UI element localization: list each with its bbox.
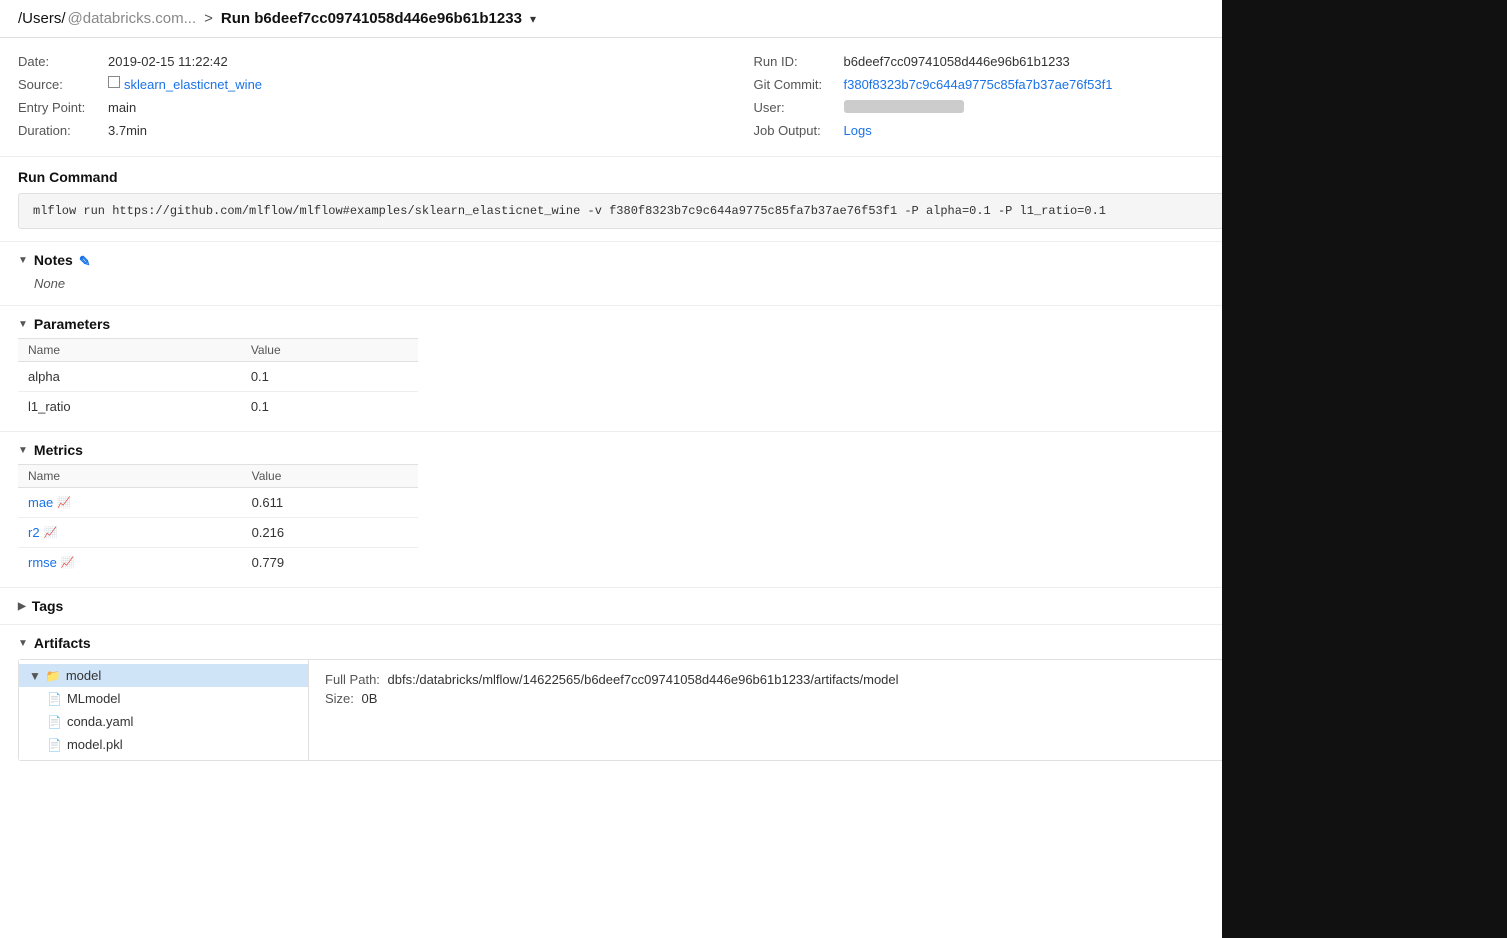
run-id-label: Run ID: — [754, 54, 844, 69]
artifacts-tree: ▼ 📁 model 📄 MLmodel 📄 conda.yaml 📄 model… — [19, 660, 309, 760]
metrics-col-value: Value — [242, 465, 418, 488]
parameters-table: Name Value alpha 0.1 l1_ratio 0.1 — [18, 338, 418, 421]
breadcrumb-username: @databricks.com... — [68, 10, 197, 27]
git-commit-link[interactable]: f380f8323b7c9c644a9775c85fa7b37ae76f53f1 — [844, 77, 1113, 92]
source-row: Source: sklearn_elasticnet_wine — [18, 77, 754, 92]
notes-collapse-arrow: ▼ — [18, 255, 28, 266]
parameters-collapse-arrow: ▼ — [18, 319, 28, 330]
table-row: r2 📈 0.216 — [18, 518, 418, 548]
full-path-value: dbfs:/databricks/mlflow/14622565/b6deef7… — [388, 672, 899, 687]
source-link[interactable]: sklearn_elasticnet_wine — [124, 77, 262, 92]
notes-title: Notes — [34, 252, 73, 268]
metric-name[interactable]: mae 📈 — [18, 488, 242, 518]
tags-expand-arrow: ▶ — [18, 601, 26, 612]
param-value: 0.1 — [241, 362, 418, 392]
file-icon-modelpkl: 📄 — [47, 738, 62, 752]
metrics-col-name: Name — [18, 465, 242, 488]
user-value — [844, 100, 964, 113]
metadata-left: Date: 2019-02-15 11:22:42 Source: sklear… — [18, 54, 754, 146]
metric-link: r2 📈 — [28, 525, 232, 540]
metric-name[interactable]: r2 📈 — [18, 518, 242, 548]
param-name: alpha — [18, 362, 241, 392]
artifact-item-conda[interactable]: 📄 conda.yaml — [19, 710, 308, 733]
metrics-table: Name Value mae 📈 0.611 r2 📈 0.216 — [18, 464, 418, 577]
artifact-mlmodel-name: MLmodel — [67, 691, 120, 706]
file-icon-mlmodel: 📄 — [47, 692, 62, 706]
date-row: Date: 2019-02-15 11:22:42 — [18, 54, 754, 69]
parameters-title: Parameters — [34, 316, 110, 332]
metric-value: 0.216 — [242, 518, 418, 548]
artifact-model-name: model — [66, 668, 101, 683]
chart-icon: 📈 — [61, 556, 75, 569]
size-value: 0B — [362, 691, 378, 706]
date-value: 2019-02-15 11:22:42 — [108, 54, 228, 69]
git-commit-label: Git Commit: — [754, 77, 844, 92]
entry-point-row: Entry Point: main — [18, 100, 754, 115]
metric-name[interactable]: rmse 📈 — [18, 548, 242, 578]
table-row: mae 📈 0.611 — [18, 488, 418, 518]
user-label: User: — [754, 100, 844, 115]
breadcrumb-separator: > — [204, 10, 213, 27]
logs-link[interactable]: Logs — [844, 123, 872, 138]
chart-icon: 📈 — [57, 496, 71, 509]
notes-edit-icon[interactable]: ✎ — [79, 253, 93, 267]
artifact-item-mlmodel[interactable]: 📄 MLmodel — [19, 687, 308, 710]
breadcrumb-path: /Users/ — [18, 10, 66, 27]
metrics-title: Metrics — [34, 442, 83, 458]
entry-point-value: main — [108, 100, 136, 115]
job-output-label: Job Output: — [754, 123, 844, 138]
parameters-col-name: Name — [18, 339, 241, 362]
file-icon-conda: 📄 — [47, 715, 62, 729]
metric-link: mae 📈 — [28, 495, 232, 510]
metric-link: rmse 📈 — [28, 555, 232, 570]
table-row: l1_ratio 0.1 — [18, 392, 418, 422]
tags-title: Tags — [32, 598, 64, 614]
metric-value: 0.779 — [242, 548, 418, 578]
folder-expand-icon: ▼ — [29, 669, 41, 683]
breadcrumb-run[interactable]: Run b6deef7cc09741058d446e96b61b1233 — [221, 10, 522, 27]
entry-point-label: Entry Point: — [18, 100, 108, 115]
full-path-label: Full Path: — [325, 672, 380, 687]
source-file-icon — [108, 76, 120, 88]
duration-row: Duration: 3.7min — [18, 123, 754, 138]
metrics-collapse-arrow: ▼ — [18, 445, 28, 456]
size-label: Size: — [325, 691, 354, 706]
date-label: Date: — [18, 54, 108, 69]
param-value: 0.1 — [241, 392, 418, 422]
artifacts-title: Artifacts — [34, 635, 91, 651]
param-name: l1_ratio — [18, 392, 241, 422]
chart-icon: 📈 — [44, 526, 58, 539]
run-id-value: b6deef7cc09741058d446e96b61b1233 — [844, 54, 1070, 69]
metric-value: 0.611 — [242, 488, 418, 518]
table-row: rmse 📈 0.779 — [18, 548, 418, 578]
table-row: alpha 0.1 — [18, 362, 418, 392]
artifact-item-model[interactable]: ▼ 📁 model — [19, 664, 308, 687]
parameters-col-value: Value — [241, 339, 418, 362]
folder-icon: 📁 — [46, 669, 61, 683]
artifact-conda-name: conda.yaml — [67, 714, 133, 729]
duration-label: Duration: — [18, 123, 108, 138]
artifact-modelpkl-name: model.pkl — [67, 737, 123, 752]
breadcrumb-dropdown-icon[interactable]: ▾ — [530, 12, 536, 26]
artifact-item-modelpkl[interactable]: 📄 model.pkl — [19, 733, 308, 756]
duration-value: 3.7min — [108, 123, 147, 138]
source-label: Source: — [18, 77, 108, 92]
right-panel — [1222, 0, 1507, 938]
artifacts-collapse-arrow: ▼ — [18, 638, 28, 649]
